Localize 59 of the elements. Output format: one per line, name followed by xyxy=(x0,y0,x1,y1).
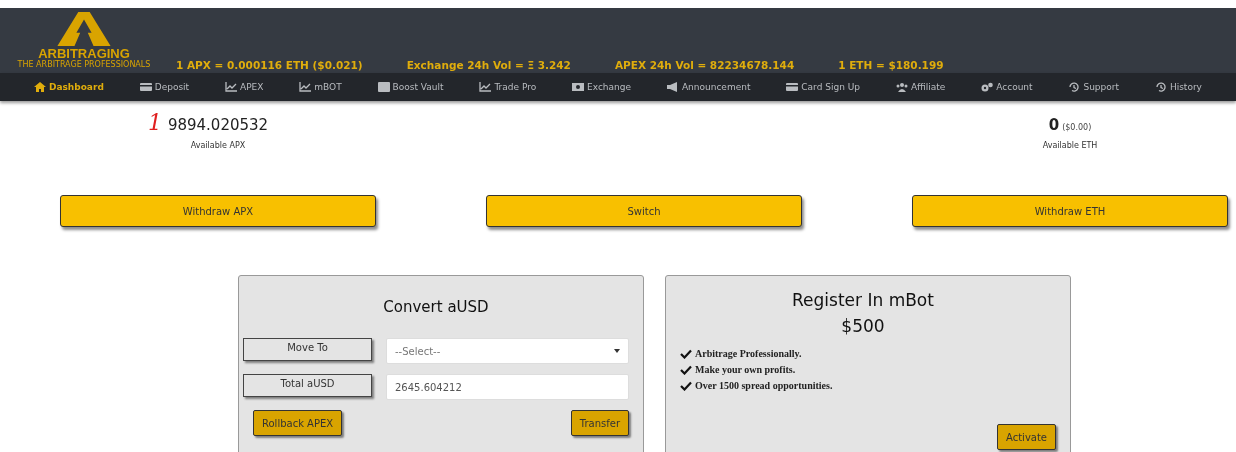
logo[interactable]: ARBITRAGING THE ARBITRAGE PROFESSIONALS xyxy=(14,10,154,73)
nav-item[interactable]: Support xyxy=(1068,82,1120,92)
nav-item[interactable]: Affiliate xyxy=(895,82,946,92)
move-to-select[interactable]: --Select-- xyxy=(386,338,629,364)
check-icon xyxy=(680,365,692,375)
card-icon xyxy=(786,82,799,92)
balance-amount: 9894.020532 xyxy=(167,116,269,134)
logo-tagline: THE ARBITRAGE PROFESSIONALS xyxy=(17,60,151,69)
nav-item[interactable]: Boost Vault xyxy=(377,82,444,92)
users-icon xyxy=(895,82,908,92)
action-button[interactable]: Withdraw APX xyxy=(60,195,376,227)
ticker-text: APEX 24h Vol = 82234678.144 xyxy=(614,58,795,72)
bullhorn-icon xyxy=(666,82,679,92)
nav-item[interactable]: Card Sign Up xyxy=(786,82,861,92)
handwritten-mark: 1 xyxy=(147,110,162,135)
card-button[interactable]: Rollback APEX xyxy=(253,410,343,436)
home-icon xyxy=(33,82,46,92)
check-icon xyxy=(680,381,692,391)
balance-amount: 0 xyxy=(1048,116,1060,134)
feature-text: Over 1500 spread opportunities. xyxy=(695,379,833,393)
ticker-text: 1 ETH = $180.199 xyxy=(838,58,944,72)
gears-icon xyxy=(981,82,994,92)
chart-icon xyxy=(479,82,492,92)
total-ausd-field[interactable]: 2645.604212 xyxy=(386,374,629,400)
nav-item[interactable]: Announcement xyxy=(666,82,751,92)
caret-icon xyxy=(614,349,620,353)
nav-item[interactable]: Exchange xyxy=(572,82,632,92)
action-button[interactable]: Withdraw ETH xyxy=(912,195,1228,227)
nav-item[interactable]: APEX xyxy=(225,82,264,92)
balance-label: Available ETH xyxy=(1042,141,1098,150)
history-icon xyxy=(1068,82,1081,92)
price-text: $500 xyxy=(840,316,886,336)
nav-item[interactable]: Dashboard xyxy=(33,82,104,92)
box-icon xyxy=(377,82,390,92)
check-icon xyxy=(680,349,692,359)
nav-item[interactable]: History xyxy=(1154,82,1202,92)
logo-text: ARBITRAGING xyxy=(38,48,130,60)
ticker-text: Exchange 24h Vol = Ξ 3.242 xyxy=(406,58,571,72)
nav-item[interactable]: Deposit xyxy=(139,82,190,92)
nav-item[interactable]: Trade Pro xyxy=(479,82,537,92)
card-button[interactable]: Transfer xyxy=(570,410,629,436)
ticker-text: 1 APX = 0.000116 ETH ($0.021) xyxy=(176,58,363,72)
chart-icon xyxy=(225,82,237,92)
card-title: Register In mBot xyxy=(791,290,935,310)
activate-button[interactable]: Activate xyxy=(997,424,1056,450)
balance-usd: ($0.00) xyxy=(1062,123,1092,132)
money-icon xyxy=(572,82,585,92)
field-label: Total aUSD xyxy=(243,374,372,397)
feature-text: Arbitrage Professionally. xyxy=(695,347,802,361)
action-button[interactable]: Switch xyxy=(486,195,802,227)
feature-text: Make your own profits. xyxy=(695,363,796,377)
field-label: Move To xyxy=(243,338,372,361)
card-title: Convert aUSD xyxy=(382,298,490,316)
balance-label: Available APX xyxy=(190,141,246,150)
history-icon xyxy=(1154,82,1167,92)
chart-icon xyxy=(299,82,312,92)
card-icon xyxy=(139,82,152,92)
nav-item[interactable]: Account xyxy=(981,82,1033,92)
nav-item[interactable]: mBOT xyxy=(299,82,342,92)
